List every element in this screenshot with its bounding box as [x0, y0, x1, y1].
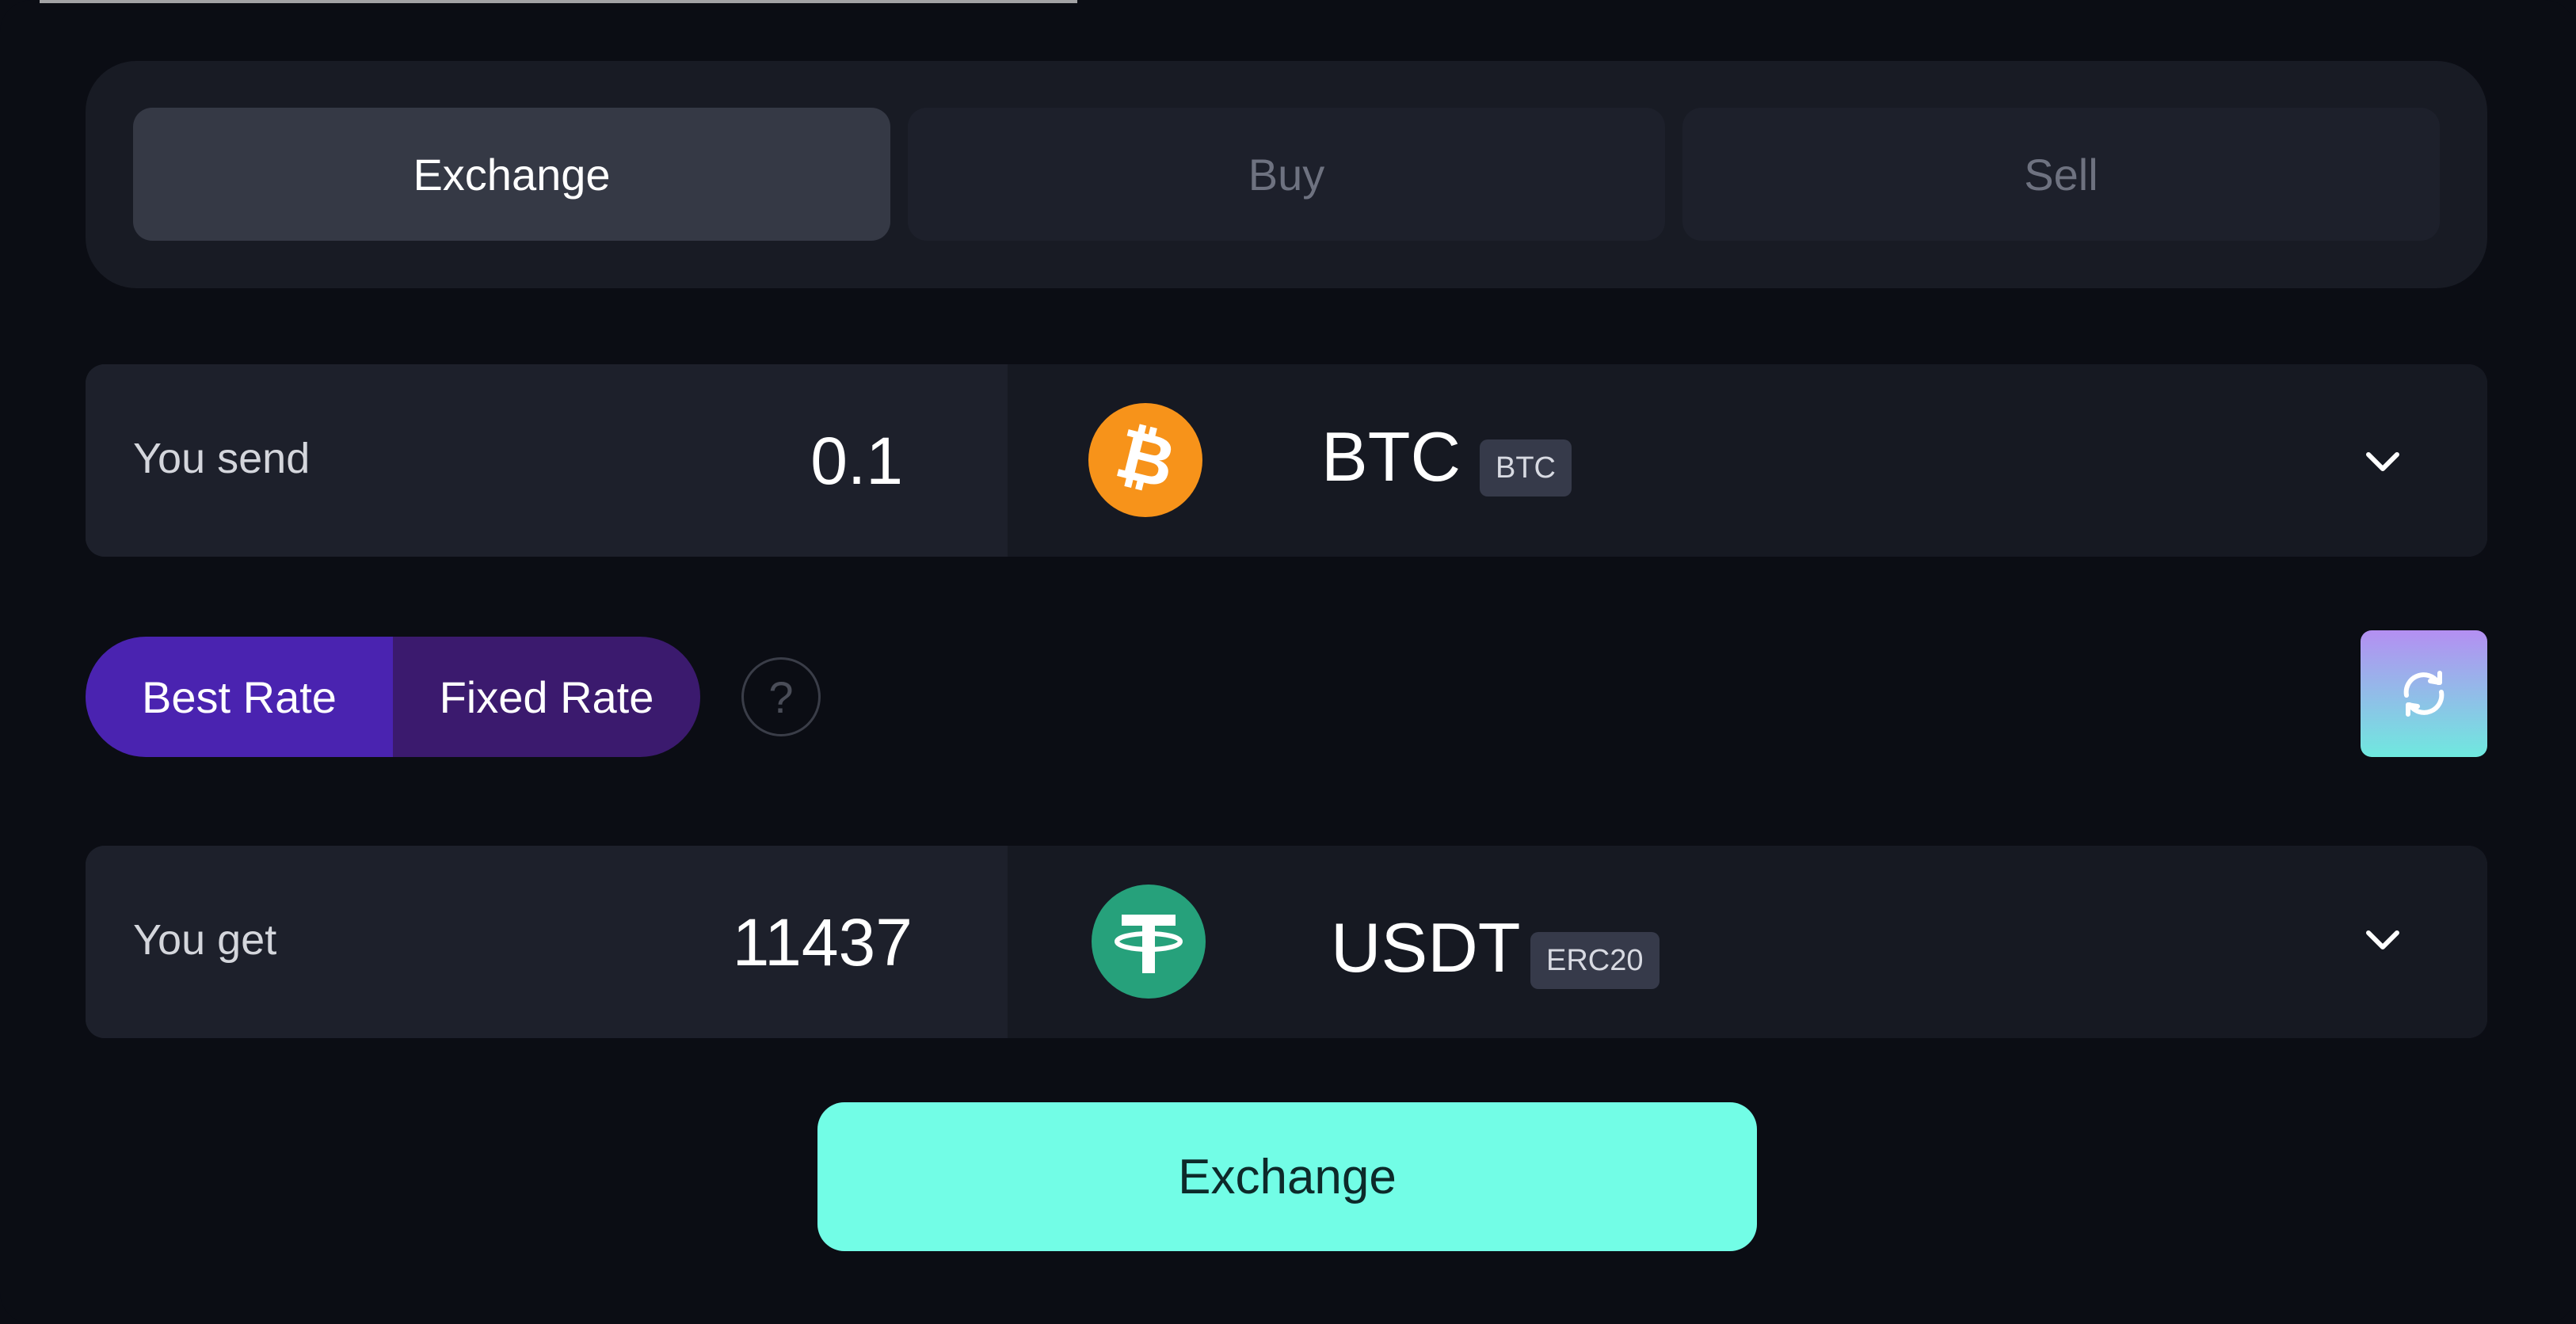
swap-icon: [2403, 671, 2445, 717]
mode-tabs: Exchange Buy Sell: [86, 61, 2487, 288]
bitcoin-icon: ₿: [1088, 403, 1202, 517]
fixed-rate-option[interactable]: Fixed Rate: [393, 637, 700, 757]
send-amount-input[interactable]: 0.1: [428, 423, 903, 500]
send-label: You send: [133, 435, 311, 482]
get-coin-name: USDT: [1331, 908, 1521, 987]
get-amount-area: You get 11437: [86, 846, 1008, 1038]
get-label: You get: [133, 916, 277, 964]
rate-type-toggle: Best Rate Fixed Rate: [86, 637, 700, 757]
send-amount-area[interactable]: You send 0.1: [86, 364, 1008, 557]
swap-currencies-button[interactable]: [2361, 630, 2487, 757]
tab-buy[interactable]: Buy: [908, 108, 1665, 241]
exchange-button[interactable]: Exchange: [817, 1102, 1757, 1251]
help-icon[interactable]: ?: [741, 657, 821, 736]
get-amount-value: 11437: [732, 905, 913, 980]
get-currency-selector[interactable]: USDT ERC20: [1008, 846, 2487, 1038]
tab-exchange[interactable]: Exchange: [133, 108, 890, 241]
get-network-badge: ERC20: [1530, 932, 1660, 989]
chevron-down-icon[interactable]: [2361, 919, 2405, 963]
tether-icon: [1092, 885, 1206, 999]
chevron-down-icon[interactable]: [2361, 440, 2405, 485]
tab-sell[interactable]: Sell: [1682, 108, 2440, 241]
send-currency-selector[interactable]: ₿ BTC BTC: [1008, 364, 2487, 557]
send-row: You send 0.1 ₿ BTC BTC: [86, 364, 2487, 557]
send-network-badge: BTC: [1480, 439, 1572, 496]
top-edge-decoration: [40, 0, 1077, 3]
get-row: You get 11437 USDT ERC20: [86, 846, 2487, 1038]
best-rate-option[interactable]: Best Rate: [86, 637, 393, 757]
exchange-widget: Exchange Buy Sell You send 0.1 ₿ BTC BTC: [0, 0, 2576, 1324]
svg-text:₿: ₿: [1108, 412, 1183, 504]
send-coin-name: BTC: [1321, 417, 1461, 496]
